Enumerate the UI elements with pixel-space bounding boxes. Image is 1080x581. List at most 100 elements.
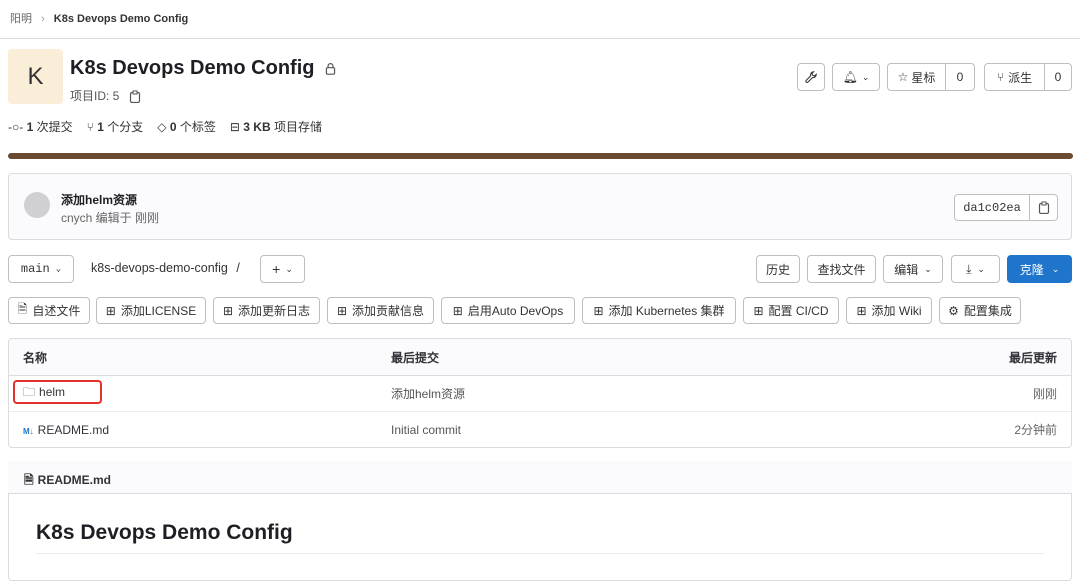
fork-button[interactable]: ⑂ 派生: [984, 63, 1045, 91]
download-icon: ⤓: [966, 261, 972, 276]
plus-icon: +: [272, 261, 281, 277]
column-header-name: 名称: [9, 339, 377, 376]
storage-stat[interactable]: ⊟ 3 KB 项目存储: [230, 118, 322, 135]
plus-square-icon: ⊞: [222, 303, 234, 318]
plus-square-icon: ⊞: [753, 303, 764, 318]
edit-button[interactable]: 编辑 ⌄: [883, 255, 943, 283]
fork-label: 派生: [1008, 70, 1033, 85]
find-file-button[interactable]: 查找文件: [807, 255, 876, 283]
plus-square-icon: ⊞: [856, 303, 867, 318]
settings-wrench-button[interactable]: [797, 63, 825, 91]
add-contributing-button[interactable]: ⊞ 添加贡献信息: [327, 297, 434, 324]
quick-button-label: 配置 CI/CD: [768, 304, 829, 318]
enable-auto-devops-button[interactable]: ⊞ 启用Auto DevOps: [441, 297, 575, 324]
readme-filename[interactable]: 🗎︎ README.md: [24, 471, 111, 492]
breadcrumb: 阳明 › K8s Devops Demo Config: [10, 10, 188, 26]
quick-button-label: 启用Auto DevOps: [467, 304, 564, 318]
commits-stat[interactable]: -○- 1 次提交: [8, 118, 73, 135]
tags-stat[interactable]: ◇ 0 个标签: [157, 118, 216, 135]
copy-icon: [1038, 201, 1049, 214]
clone-label: 克隆: [1019, 262, 1044, 277]
breadcrumb-current[interactable]: K8s Devops Demo Config: [54, 13, 188, 25]
quick-button-label: 自述文件: [32, 304, 81, 318]
download-button[interactable]: ⤓ ⌄: [951, 255, 1000, 283]
plus-square-icon: ⊞: [593, 303, 604, 318]
readme-header: [8, 461, 1072, 494]
configure-cicd-button[interactable]: ⊞ 配置 CI/CD: [743, 297, 839, 324]
commit-sha[interactable]: da1c02ea: [954, 194, 1030, 221]
fork-icon: ⑂: [996, 70, 1005, 84]
file-icon: 🗎︎: [24, 473, 34, 487]
bell-icon: 🔔︎: [842, 70, 858, 84]
quick-button-label: 添加 Kubernetes 集群: [608, 304, 725, 318]
path-separator: /: [236, 261, 240, 275]
readme-heading: K8s Devops Demo Config: [36, 521, 293, 544]
project-id-text: 项目ID: 5: [70, 89, 120, 103]
star-icon: ☆: [897, 70, 909, 84]
chevron-down-icon: ⌄: [861, 71, 870, 82]
column-header-last-commit: 最后提交: [377, 339, 775, 376]
add-wiki-button[interactable]: ⊞ 添加 Wiki: [846, 297, 932, 324]
markdown-icon: M↓: [23, 426, 34, 436]
divider: [0, 38, 1080, 39]
add-changelog-button[interactable]: ⊞ 添加更新日志: [213, 297, 320, 324]
project-avatar: K: [8, 49, 63, 104]
edit-label: 编辑: [894, 262, 919, 277]
copy-sha-button[interactable]: [1029, 194, 1058, 221]
quick-button-label: 添加贡献信息: [352, 304, 425, 318]
updated-cell: 刚刚: [774, 376, 1071, 412]
repo-path: k8s-devops-demo-config /: [91, 261, 240, 275]
star-button[interactable]: ☆ 星标: [887, 63, 946, 91]
table-header-row: 名称 最后提交 最后更新: [9, 339, 1071, 376]
storage-icon: ⊟: [229, 120, 240, 134]
commit-message[interactable]: 添加helm资源: [61, 191, 137, 208]
configure-integrations-button[interactable]: ⚙ 配置集成: [939, 297, 1021, 324]
add-kubernetes-button[interactable]: ⊞ 添加 Kubernetes 集群: [582, 297, 736, 324]
commit-icon: -○-: [8, 120, 24, 134]
star-count[interactable]: 0: [945, 63, 975, 91]
project-id: 项目ID: 5: [70, 87, 141, 104]
quick-button-label: 添加LICENSE: [120, 304, 197, 318]
chevron-down-icon: ⌄: [285, 263, 293, 274]
chevron-down-icon: ⌄: [977, 263, 985, 274]
chevron-down-icon: ⌄: [924, 263, 932, 274]
plus-square-icon: ⊞: [452, 303, 463, 318]
chevron-down-icon: ⌄: [55, 264, 62, 274]
commit-cell[interactable]: Initial commit: [377, 412, 775, 447]
last-commit-panel: [8, 173, 1072, 240]
lock-icon: [325, 63, 336, 76]
commit-cell[interactable]: 添加helm资源: [377, 376, 775, 412]
copy-icon[interactable]: [129, 90, 141, 104]
add-to-tree-button[interactable]: + ⌄: [260, 255, 305, 283]
table-row[interactable]: 🗀︎ helm 添加helm资源 刚刚: [9, 376, 1071, 412]
clone-button[interactable]: 克隆 ⌄: [1007, 255, 1072, 283]
branch-selector[interactable]: main ⌄: [8, 255, 74, 283]
add-license-button[interactable]: ⊞ 添加LICENSE: [96, 297, 206, 324]
quick-button-label: 配置集成: [963, 304, 1012, 318]
readme-filename-text: README.md: [37, 473, 111, 487]
breadcrumb-parent[interactable]: 阳明: [10, 13, 32, 25]
table-row[interactable]: M↓ README.md Initial commit 2分钟前: [9, 412, 1071, 447]
avatar[interactable]: [24, 192, 50, 218]
branch-icon: ⑂: [86, 120, 94, 134]
file-name-cell[interactable]: M↓ README.md: [9, 412, 377, 447]
history-button[interactable]: 历史: [756, 255, 800, 283]
file-table: 名称 最后提交 最后更新 🗀︎ helm 添加helm资源 刚刚 M↓ README…: [8, 338, 1072, 448]
notification-button[interactable]: 🔔︎ ⌄: [832, 63, 880, 91]
file-name[interactable]: README.md: [38, 423, 109, 437]
branches-stat[interactable]: ⑂ 1 个分支: [87, 118, 144, 135]
updated-cell: 2分钟前: [1014, 423, 1057, 437]
highlight-annotation: [13, 380, 102, 404]
plus-square-icon: ⊞: [105, 303, 116, 318]
quick-button-label: 添加 Wiki: [871, 304, 922, 318]
column-header-last-update: 最后更新: [774, 339, 1071, 376]
branch-name: main: [20, 262, 50, 276]
quick-button-label: 添加更新日志: [238, 304, 311, 318]
fork-count[interactable]: 0: [1044, 63, 1072, 91]
project-title-text: K8s Devops Demo Config: [70, 57, 315, 79]
readme-quick-button[interactable]: 🗎︎ 自述文件: [8, 297, 90, 324]
wrench-icon: [805, 71, 817, 83]
repo-path-root[interactable]: k8s-devops-demo-config: [91, 261, 228, 275]
chevron-right-icon: ›: [41, 13, 45, 25]
language-bar: [8, 153, 1073, 159]
